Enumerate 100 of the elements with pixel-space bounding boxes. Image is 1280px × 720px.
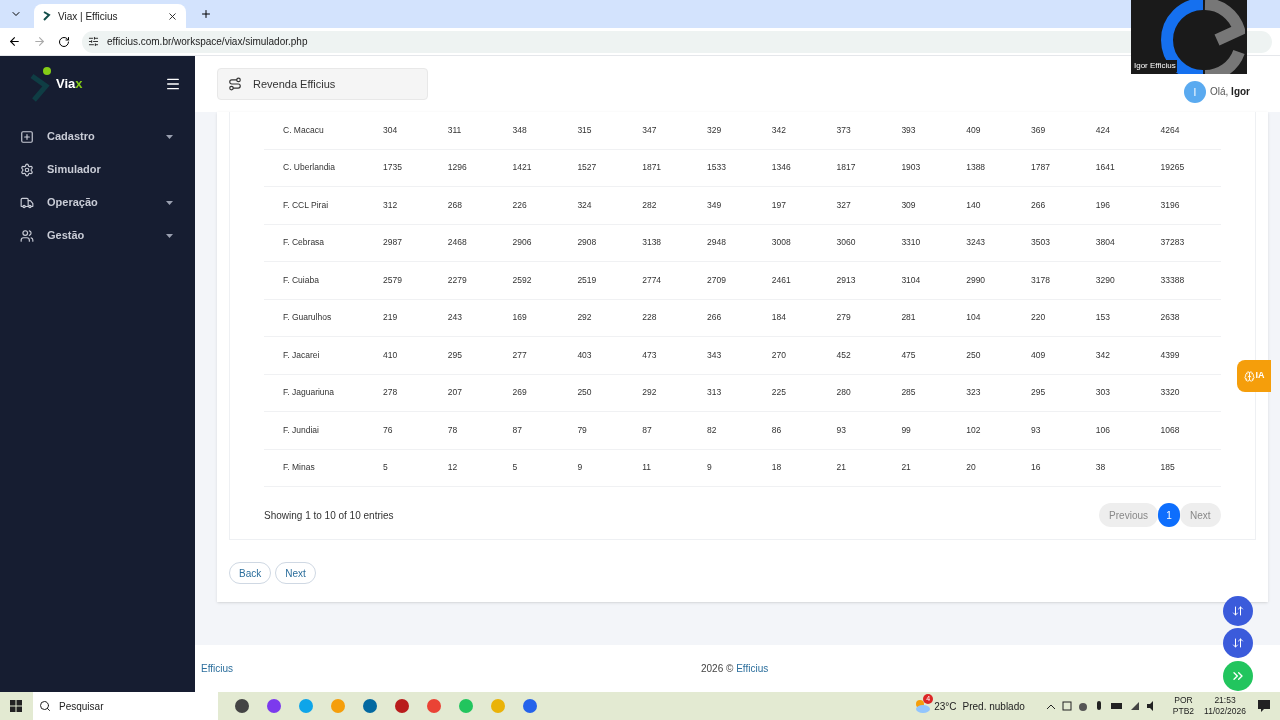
table-cell-text: 409 — [1030, 348, 1047, 362]
table-cell-text: 323 — [966, 386, 982, 400]
table-cell-text: 2638 — [1160, 311, 1181, 325]
copyright-text: 2026 © Efficius — [701, 662, 769, 676]
table-cell-text: 12 — [447, 461, 459, 475]
table-cell-text: 1871 — [642, 161, 663, 175]
table-cell-text: 18 — [771, 461, 783, 475]
table-cell-text: 9 — [577, 461, 584, 475]
table-cell-text: 104 — [966, 311, 982, 325]
table-cell-text: 2987 — [383, 236, 403, 250]
page-button[interactable]: 1 — [1158, 503, 1180, 527]
greeting: Olá, Igor — [1210, 84, 1250, 99]
logo-text: Viax — [56, 75, 84, 94]
table-cell-text: 342 — [1095, 348, 1111, 362]
table-cell-text: 1388 — [966, 161, 987, 175]
table-cell-text: 279 — [836, 311, 852, 325]
table-cell-text: 269 — [512, 386, 528, 400]
table-cell-text: 281 — [901, 311, 917, 325]
table-cell-text: 5 — [512, 461, 519, 475]
table-cell-text: 1527 — [577, 161, 598, 175]
table-cell-text: 329 — [707, 123, 723, 137]
search-placeholder: Pesquisar — [59, 699, 104, 714]
taskbar-search[interactable]: Pesquisar — [33, 692, 218, 720]
table-cell-text: 3243 — [966, 236, 987, 250]
table-cell-text: 86 — [771, 423, 783, 437]
row-name-cell-text: F. Jaguariuna — [283, 386, 336, 400]
table-cell-text: 21 — [836, 461, 848, 475]
table-cell-text: 295 — [1030, 386, 1047, 400]
table-cell-text: 3320 — [1160, 386, 1181, 400]
table-cell-text: 324 — [577, 198, 593, 212]
url-text: efficius.com.br/workspace/viax/simulador.php — [107, 35, 308, 49]
table-cell-text: 2461 — [771, 273, 792, 287]
table-cell-text: 369 — [1030, 123, 1047, 137]
table-cell-text: 475 — [901, 348, 917, 362]
table-cell-text: 1296 — [447, 161, 468, 175]
footer-link[interactable]: Efficius — [201, 661, 701, 676]
row-name-cell-text: F. Cuiaba — [283, 273, 320, 287]
sidebar-item[interactable]: Cadastro — [0, 120, 195, 153]
browser-tab[interactable]: Viax | Efficius — [34, 4, 186, 28]
table-cell-text: 278 — [383, 386, 399, 400]
table-cell-text: 2279 — [447, 273, 468, 287]
table-cell-text: 196 — [1095, 198, 1111, 212]
table-cell-text: 268 — [447, 198, 463, 212]
table-cell-text: 9 — [707, 461, 713, 475]
table-cell-text: 2948 — [707, 236, 727, 250]
table-cell-text: 1068 — [1160, 423, 1181, 437]
table-cell-text: 1903 — [901, 161, 922, 175]
temperature: 23°C — [934, 699, 957, 714]
table-cell-text: 1641 — [1095, 161, 1116, 175]
sidebar-item[interactable]: Operação — [0, 186, 195, 219]
table-cell-text: 2468 — [447, 236, 468, 250]
table-cell-text: 1533 — [707, 161, 727, 175]
table-cell-text: 312 — [383, 198, 399, 212]
table-cell-text: 409 — [966, 123, 982, 137]
weather-text: Pred. nublado — [962, 699, 1025, 714]
table-cell-text: 1787 — [1030, 161, 1051, 175]
table-cell-text: 226 — [512, 198, 528, 212]
keyboard-layout[interactable]: PTB2 — [1172, 706, 1195, 717]
table-cell-text: 343 — [707, 348, 723, 362]
table-cell-text: 99 — [901, 423, 912, 437]
table-cell-text: 3178 — [1030, 273, 1051, 287]
table-cell-text: 82 — [707, 423, 718, 437]
table-cell-text: 33388 — [1160, 273, 1186, 287]
table-cell-text: 270 — [771, 348, 787, 362]
table-cell-text: 3104 — [901, 273, 922, 287]
language-code[interactable]: POR — [1174, 695, 1193, 706]
table-cell-text: 102 — [966, 423, 982, 437]
row-name-cell-text: F. CCL Pirai — [283, 198, 330, 212]
table-cell-text: 410 — [383, 348, 399, 362]
table-cell-text: 266 — [1030, 198, 1047, 212]
table-cell-text: 2592 — [512, 273, 533, 287]
table-cell-text: 393 — [901, 123, 917, 137]
table-cell-text: 76 — [383, 423, 394, 437]
table-cell-text: 1735 — [383, 161, 403, 175]
table-cell-text: 78 — [447, 423, 459, 437]
clock-time[interactable]: 21:53 — [1214, 695, 1236, 706]
sidebar-item[interactable]: Simulador — [0, 153, 195, 186]
table-cell-text: 169 — [512, 311, 528, 325]
company-selector[interactable]: Revenda Efficius — [217, 68, 428, 100]
row-name-cell-text: F. Guarulhos — [283, 311, 333, 325]
table-cell-text: 38 — [1095, 461, 1107, 475]
table-cell-text: 228 — [642, 311, 658, 325]
table-cell-text: 342 — [771, 123, 787, 137]
table-cell-text: 219 — [383, 311, 399, 325]
address-bar[interactable]: efficius.com.br/workspace/viax/simulador.php — [82, 30, 1272, 53]
table-cell-text: 21 — [901, 461, 912, 475]
row-name-cell-text: C. Uberlandia — [283, 161, 336, 175]
table-cell-text: 20 — [966, 461, 977, 475]
table-cell-text: 3008 — [771, 236, 792, 250]
table-cell-text: 220 — [1030, 311, 1047, 325]
entries-info: Showing 1 to 10 of 10 entries — [264, 508, 395, 523]
sidebar-item[interactable]: Gestão — [0, 219, 195, 252]
table-cell-text: 309 — [901, 198, 917, 212]
table-cell-text: 303 — [1095, 386, 1111, 400]
table-cell-text: 2990 — [966, 273, 987, 287]
table-cell-text: 1421 — [512, 161, 533, 175]
table-cell-text: 313 — [707, 386, 723, 400]
participant-name: Igor Efficius — [1133, 60, 1177, 72]
table-cell-text: 185 — [1160, 461, 1176, 475]
clock-date[interactable]: 11/02/2026 — [1204, 706, 1246, 717]
